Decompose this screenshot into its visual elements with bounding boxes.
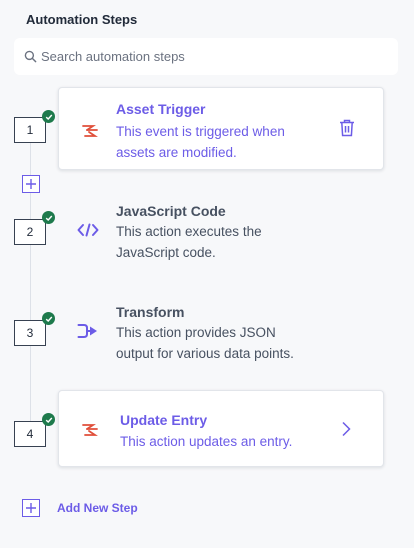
step-description: This action provides JSON output for var… (116, 325, 294, 361)
check-icon (42, 413, 55, 426)
step-title: Update Entry (120, 412, 208, 428)
check-icon (42, 110, 55, 123)
code-icon (77, 219, 99, 241)
add-new-step-icon[interactable] (22, 499, 40, 517)
step-card-update-entry[interactable]: Update Entry This action updates an entr… (58, 390, 384, 467)
transform-icon (77, 320, 99, 342)
panel-title: Automation Steps (26, 12, 138, 27)
add-step-between-button[interactable] (22, 175, 40, 193)
step-title: JavaScript Code (116, 203, 226, 219)
delete-icon[interactable] (339, 119, 357, 139)
check-icon (42, 312, 55, 325)
step-card-javascript-code[interactable]: JavaScript Code This action executes the… (58, 190, 384, 270)
asset-trigger-icon (79, 120, 101, 142)
step-number: 4 (14, 421, 46, 447)
add-new-step-button[interactable]: Add New Step (57, 501, 138, 515)
update-entry-icon (79, 419, 101, 441)
step-number: 1 (14, 117, 46, 143)
search-icon (24, 50, 38, 64)
step-title: Asset Trigger (116, 101, 206, 117)
step-card-transform[interactable]: Transform This action provides JSON outp… (58, 291, 384, 371)
step-card-asset-trigger[interactable]: Asset Trigger This event is triggered wh… (58, 87, 384, 170)
step-description: This event is triggered when assets are … (116, 124, 285, 160)
step-number: 3 (14, 320, 46, 346)
step-description: This action updates an entry. (120, 434, 293, 449)
search-box[interactable] (14, 38, 398, 75)
step-title: Transform (116, 304, 185, 320)
step-number: 2 (14, 219, 46, 245)
step-description: This action executes the JavaScript code… (116, 224, 262, 260)
check-icon (42, 211, 55, 224)
search-input[interactable] (41, 49, 381, 64)
chevron-right-icon[interactable] (341, 421, 353, 439)
